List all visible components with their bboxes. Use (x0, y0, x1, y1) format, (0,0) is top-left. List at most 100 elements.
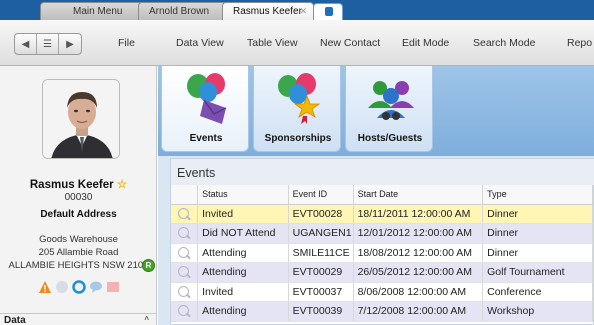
magnifier-icon[interactable] (178, 266, 189, 278)
view-cell[interactable] (171, 301, 199, 322)
status-cell: Invited (197, 204, 289, 224)
magnifier-icon[interactable] (178, 285, 189, 297)
table-row[interactable]: Invited EVT00037 8/06/2008 12:00:00 AM C… (171, 282, 593, 302)
column-header-status[interactable]: Status (197, 185, 289, 205)
column-header-start-date[interactable]: Start Date (353, 185, 484, 205)
magnifier-icon[interactable] (178, 246, 189, 258)
event-id-cell: EVT00028 (288, 204, 354, 224)
address-line-2: 205 Allambie Road (38, 247, 119, 258)
reports-button[interactable]: Repo (567, 37, 592, 49)
address-line-1: Goods Warehouse (39, 234, 118, 245)
chat-icon[interactable] (89, 280, 103, 294)
table-row[interactable]: Did NOT Attend UGANGEN1 12/01/2012 12:00… (171, 223, 593, 244)
sync-icon[interactable] (72, 280, 86, 294)
column-header-event-id[interactable]: Event ID (288, 185, 354, 205)
status-cell: Attending (197, 243, 289, 263)
view-cell[interactable] (171, 262, 199, 283)
magnifier-icon[interactable] (178, 227, 189, 239)
status-cell: Attending (197, 301, 289, 322)
main-area: Events Sponsorships Hosts/Guests Events (158, 66, 594, 325)
type-cell: Workshop (482, 301, 593, 322)
address-badge[interactable]: R (142, 259, 155, 272)
tab-label: Main Menu (73, 6, 123, 17)
view-cell[interactable] (171, 204, 199, 224)
list-icon: ☰ (43, 38, 52, 50)
info-icon[interactable] (55, 280, 69, 294)
status-cell: Did NOT Attend (197, 223, 289, 244)
tab-rasmus-keefer[interactable]: Rasmus Keefer ✕ (222, 2, 314, 20)
view-cell[interactable] (171, 282, 199, 302)
data-view-button[interactable]: Data View (176, 37, 224, 49)
balloons-star-icon (278, 73, 321, 124)
start-date-cell: 18/08/2012 12:00:00 AM (353, 243, 484, 263)
contact-name: Rasmus Keefer ☆ (0, 177, 157, 191)
start-date-cell: 12/01/2012 12:00:00 AM (353, 223, 484, 244)
table-row[interactable]: Invited EVT00028 18/11/2011 12:00:00 AM … (171, 204, 593, 224)
event-id-cell: EVT00037 (288, 282, 354, 302)
start-date-cell: 7/12/2008 12:00:00 AM (353, 301, 484, 322)
chevron-up-icon: ^ (144, 315, 149, 324)
back-button[interactable]: ◀ (15, 34, 37, 54)
view-cell[interactable] (171, 243, 199, 263)
event-id-cell: EVT00039 (288, 301, 354, 322)
tab-bar: Main Menu ✕ Arnold Brown ✕ Rasmus Keefer… (0, 0, 594, 20)
star-icon[interactable]: ☆ (117, 179, 127, 191)
type-cell: Golf Tournament (482, 262, 593, 283)
type-cell: Dinner (482, 204, 593, 224)
event-id-cell: SMILE11CE (288, 243, 354, 263)
start-date-cell: 8/06/2008 12:00:00 AM (353, 282, 484, 302)
new-contact-button[interactable]: New Contact (320, 37, 380, 49)
address-line-3: ALLAMBIE HEIGHTS NSW 2100 (8, 260, 149, 271)
start-date-cell: 18/11/2011 12:00:00 AM (353, 204, 484, 224)
start-date-cell: 26/05/2012 12:00:00 AM (353, 262, 484, 283)
table-view-button[interactable]: Table View (247, 37, 298, 49)
data-section-header[interactable]: Data ^ (0, 313, 157, 325)
contact-photo[interactable] (42, 79, 120, 159)
type-cell: Dinner (482, 243, 593, 263)
portrait-image (43, 80, 119, 158)
address-title: Default Address (40, 209, 117, 220)
event-id-cell: EVT00029 (288, 262, 354, 283)
event-id-cell: UGANGEN1 (288, 223, 354, 244)
events-link-label: Events (189, 133, 223, 144)
search-mode-button[interactable]: Search Mode (473, 37, 535, 49)
sponsorships-link[interactable]: Sponsorships (253, 66, 341, 152)
photo-icon[interactable] (106, 280, 120, 294)
back-arrow-icon: ◀ (21, 38, 30, 50)
events-panel: Events Status Event ID Start Date Type I… (170, 158, 594, 325)
toolbar: ◀ ☰ ▶ File Data View Table View New Cont… (0, 20, 594, 66)
balloons-envelope-icon (187, 73, 227, 124)
column-header-view[interactable] (171, 185, 199, 205)
close-icon[interactable]: ✕ (299, 6, 307, 17)
file-menu[interactable]: File (118, 37, 135, 49)
magnifier-icon[interactable] (178, 305, 189, 317)
sponsorships-link-label: Sponsorships (264, 133, 332, 144)
type-cell: Conference (482, 282, 593, 302)
magnifier-icon[interactable] (178, 207, 189, 219)
forward-arrow-icon: ▶ (66, 38, 74, 50)
list-button[interactable]: ☰ (37, 34, 59, 54)
table-row[interactable]: Attending EVT00029 26/05/2012 12:00:00 A… (171, 262, 593, 283)
contact-sidebar: Rasmus Keefer ☆ 00030 Default Address Go… (0, 66, 157, 325)
data-section-label: Data (4, 315, 26, 325)
events-panel-title: Events (171, 159, 594, 185)
hosts-guests-link-label: Hosts/Guests (357, 133, 423, 144)
warning-icon[interactable] (38, 280, 52, 294)
tab-label: Rasmus Keefer (233, 6, 302, 17)
table-row[interactable]: Attending SMILE11CE 18/08/2012 12:00:00 … (171, 243, 593, 263)
type-cell: Dinner (482, 223, 593, 244)
people-group-icon (368, 81, 414, 120)
view-cell[interactable] (171, 223, 199, 244)
hosts-guests-link[interactable]: Hosts/Guests (345, 66, 433, 152)
contact-code: 00030 (64, 192, 93, 203)
events-table: Status Event ID Start Date Type Invited … (171, 185, 593, 322)
edit-mode-button[interactable]: Edit Mode (402, 37, 449, 49)
tab-label: Arnold Brown (149, 6, 210, 17)
status-cell: Invited (197, 282, 289, 302)
events-link[interactable]: Events (161, 66, 249, 152)
new-tab-button[interactable] (313, 3, 343, 20)
column-header-type[interactable]: Type (482, 185, 593, 205)
forward-button[interactable]: ▶ (59, 34, 81, 54)
new-tab-icon (325, 7, 333, 16)
table-row[interactable]: Attending EVT00039 7/12/2008 12:00:00 AM… (171, 301, 593, 322)
